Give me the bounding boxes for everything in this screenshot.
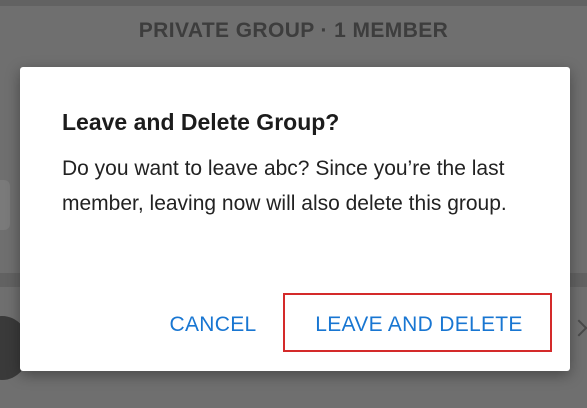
leave-group-dialog: Leave and Delete Group? Do you want to l… bbox=[20, 67, 570, 371]
background-card-edge bbox=[0, 180, 10, 230]
dialog-message: Do you want to leave abc? Since you’re t… bbox=[62, 157, 507, 215]
cancel-button[interactable]: CANCEL bbox=[158, 298, 268, 352]
leave-and-delete-button[interactable]: LEAVE AND DELETE bbox=[292, 298, 546, 352]
dialog-title: Leave and Delete Group? bbox=[62, 109, 340, 135]
background-header-strip bbox=[0, 0, 587, 6]
group-meta-text: PRIVATE GROUP · 1 MEMBER bbox=[138, 19, 449, 42]
